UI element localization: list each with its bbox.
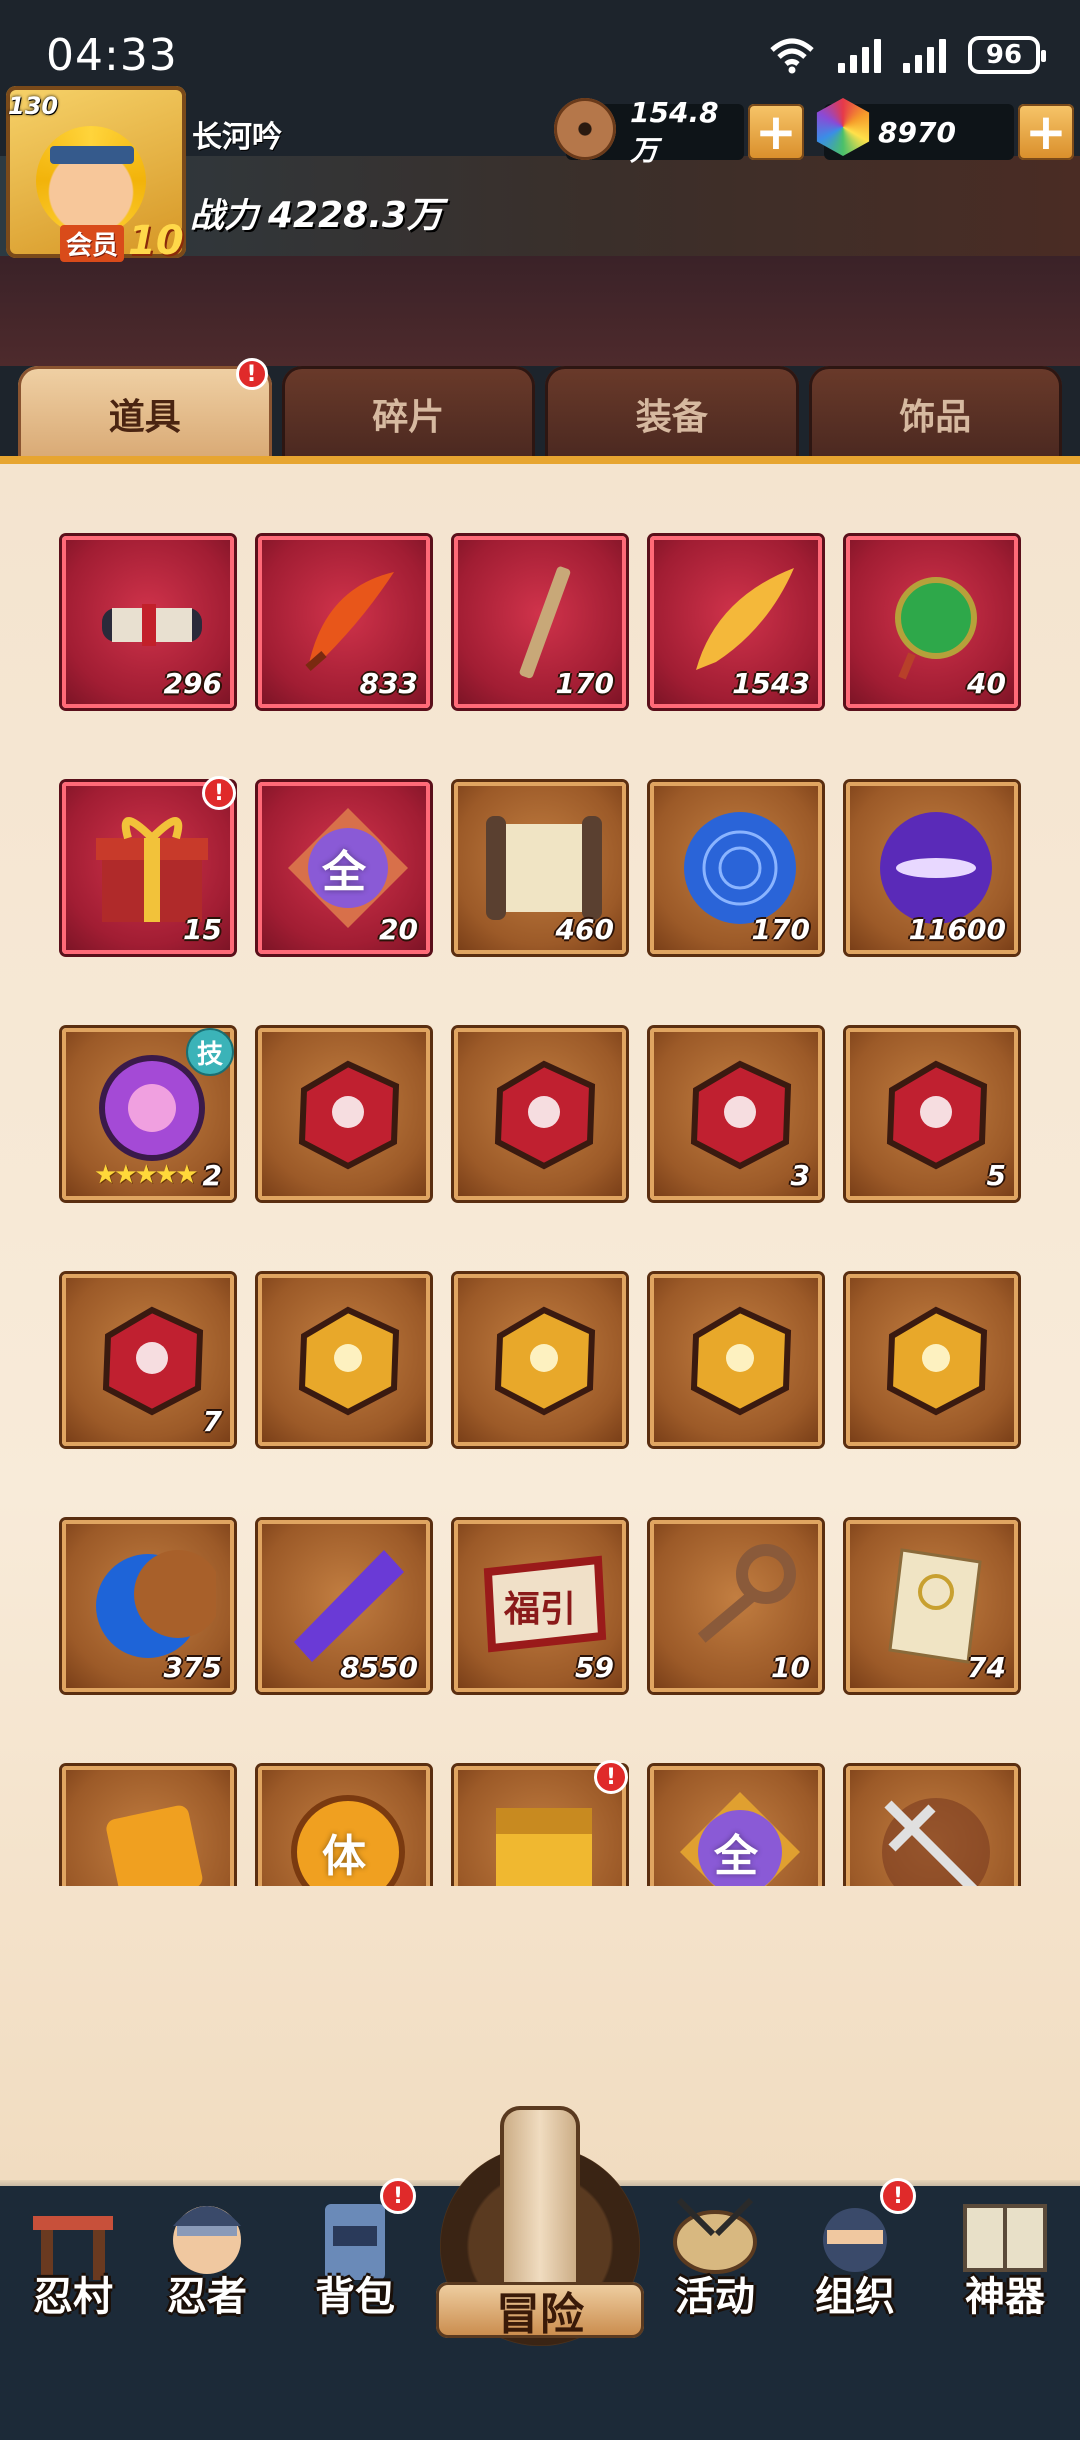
item-count: 170: [751, 913, 810, 946]
item-count: 40: [967, 667, 1006, 700]
inventory-slot[interactable]: ★★★★★ 技 2: [62, 1028, 234, 1200]
inventory-slot[interactable]: !: [454, 1760, 628, 1886]
gold-rune-stone-icon: [298, 1306, 400, 1416]
inventory-slot[interactable]: 74: [846, 1520, 1018, 1692]
nav-item-organization-ninja[interactable]: 组织!: [790, 2178, 920, 2336]
notification-badge: !: [380, 2178, 416, 2214]
item-count: 15: [183, 913, 222, 946]
nav-item-artifact-book[interactable]: 神器: [940, 2186, 1070, 2336]
nav-label: 活动: [675, 2274, 755, 2320]
item-count: 375: [163, 1651, 222, 1684]
inventory-slot[interactable]: 福引 59: [454, 1520, 626, 1692]
star-rating: ★★★★★: [94, 1160, 199, 1190]
inventory-slot[interactable]: 5: [846, 1028, 1018, 1200]
inventory-slot[interactable]: [258, 1274, 430, 1446]
golden-chest-icon: [496, 1808, 592, 1886]
inventory-slot[interactable]: 1543: [650, 536, 822, 708]
notification-badge: !: [202, 776, 236, 810]
item-count: 3: [790, 1159, 810, 1192]
nav-item-backpack[interactable]: 背包!: [290, 2178, 420, 2336]
adventure-scroll-icon: [500, 2106, 580, 2306]
item-count: 59: [575, 1651, 614, 1684]
nav-adventure-button[interactable]: 冒险: [436, 2106, 644, 2346]
inventory-slot[interactable]: 296: [62, 536, 234, 708]
nav-item-event-drum[interactable]: 活动: [650, 2186, 780, 2336]
inventory-slot[interactable]: 全: [650, 1766, 822, 1886]
inventory-slot[interactable]: [846, 1274, 1018, 1446]
item-glyph: 体: [322, 1831, 366, 1882]
item-count: 1543: [732, 667, 810, 700]
red-rune-stone-icon: [690, 1060, 792, 1170]
inventory-viewport: 296 833 170 1543 40! 15 全 20 460 170 11600 ★★★★★ 技 2 3…: [0, 0, 1080, 1886]
item-count: 10: [771, 1651, 810, 1684]
inventory-slot[interactable]: 833: [258, 536, 430, 708]
inventory-slot[interactable]: 全 20: [258, 782, 430, 954]
inventory-slot[interactable]: 40: [846, 536, 1018, 708]
notification-badge: !: [880, 2178, 916, 2214]
inventory-slot[interactable]: [454, 1274, 626, 1446]
red-rune-stone-icon: [494, 1060, 596, 1170]
item-count: 7: [202, 1405, 222, 1438]
item-count: 2: [202, 1159, 222, 1192]
item-count: 5: [986, 1159, 1006, 1192]
red-rune-stone-icon: [298, 1060, 400, 1170]
item-count: 460: [555, 913, 614, 946]
item-count: 74: [967, 1651, 1006, 1684]
inventory-slot[interactable]: 460: [454, 782, 626, 954]
inventory-slot[interactable]: [650, 1274, 822, 1446]
red-rune-stone-icon: [102, 1306, 204, 1416]
item-count: 20: [379, 913, 418, 946]
item-count: 296: [163, 667, 222, 700]
skill-tag: 技: [186, 1028, 234, 1076]
inventory-slot[interactable]: 170: [454, 536, 626, 708]
item-count: 170: [555, 667, 614, 700]
inventory-slot[interactable]: 11600: [846, 782, 1018, 954]
nav-label: 忍村: [33, 2274, 113, 2320]
item-count: 11600: [908, 913, 1006, 946]
nav-label: 背包: [315, 2274, 395, 2320]
inventory-slot[interactable]: 10: [650, 1520, 822, 1692]
nav-item-ninja-head[interactable]: 忍者: [142, 2186, 272, 2336]
item-count: 8550: [340, 1651, 418, 1684]
inventory-grid: 296 833 170 1543 40! 15 全 20 460 170 11600 ★★★★★ 技 2 3…: [62, 536, 1022, 1886]
inventory-slot[interactable]: 3: [650, 1028, 822, 1200]
item-count: 833: [359, 667, 418, 700]
inventory-slot[interactable]: [62, 1766, 234, 1886]
nav-item-village-gate[interactable]: 忍村: [8, 2186, 138, 2336]
notification-badge: !: [594, 1760, 628, 1794]
inventory-slot[interactable]: [454, 1028, 626, 1200]
inventory-slot[interactable]: [258, 1028, 430, 1200]
gold-rune-stone-icon: [690, 1306, 792, 1416]
inventory-slot[interactable]: [846, 1766, 1018, 1886]
shuriken-arrow-icon: [882, 1798, 990, 1886]
item-glyph: 全: [714, 1831, 758, 1882]
red-rune-stone-icon: [886, 1060, 988, 1170]
gold-rune-stone-icon: [886, 1306, 988, 1416]
inventory-slot[interactable]: 7: [62, 1274, 234, 1446]
inventory-slot[interactable]: ! 15: [62, 776, 236, 954]
nav-label: 忍者: [167, 2274, 247, 2320]
inventory-slot[interactable]: 170: [650, 782, 822, 954]
nav-label: 神器: [965, 2274, 1045, 2320]
gold-cube-icon: [106, 1805, 203, 1886]
gold-rune-stone-icon: [494, 1306, 596, 1416]
nav-label: 冒险: [436, 2282, 644, 2340]
inventory-slot[interactable]: 375: [62, 1520, 234, 1692]
nav-label: 组织: [815, 2274, 895, 2320]
inventory-slot[interactable]: 体: [258, 1766, 430, 1886]
inventory-slot[interactable]: 8550: [258, 1520, 430, 1692]
